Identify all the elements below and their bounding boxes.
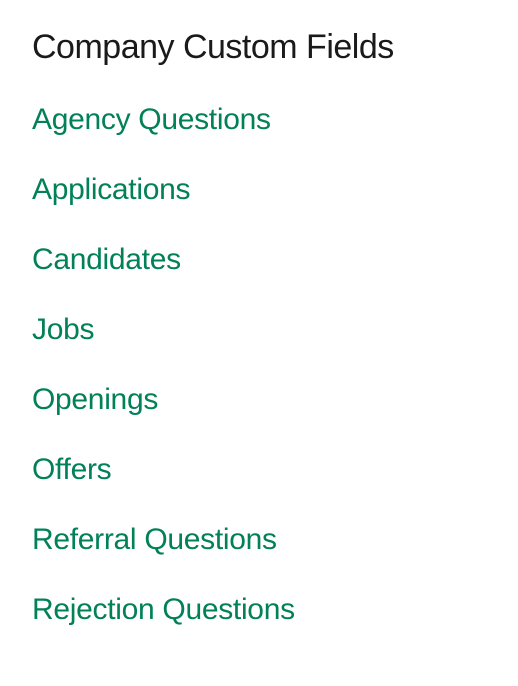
link-candidates[interactable]: Candidates: [32, 243, 181, 276]
list-item: Rejection Questions: [32, 593, 486, 627]
link-offers[interactable]: Offers: [32, 453, 111, 486]
link-rejection-questions[interactable]: Rejection Questions: [32, 593, 295, 626]
list-item: Referral Questions: [32, 523, 486, 557]
list-item: Jobs: [32, 313, 486, 347]
link-agency-questions[interactable]: Agency Questions: [32, 103, 271, 136]
list-item: Candidates: [32, 243, 486, 277]
page-title: Company Custom Fields: [32, 28, 486, 67]
link-referral-questions[interactable]: Referral Questions: [32, 523, 277, 556]
link-jobs[interactable]: Jobs: [32, 313, 94, 346]
list-item: Offers: [32, 453, 486, 487]
link-openings[interactable]: Openings: [32, 383, 158, 416]
custom-fields-link-list: Agency Questions Applications Candidates…: [32, 103, 486, 627]
list-item: Openings: [32, 383, 486, 417]
link-applications[interactable]: Applications: [32, 173, 190, 206]
list-item: Agency Questions: [32, 103, 486, 137]
list-item: Applications: [32, 173, 486, 207]
